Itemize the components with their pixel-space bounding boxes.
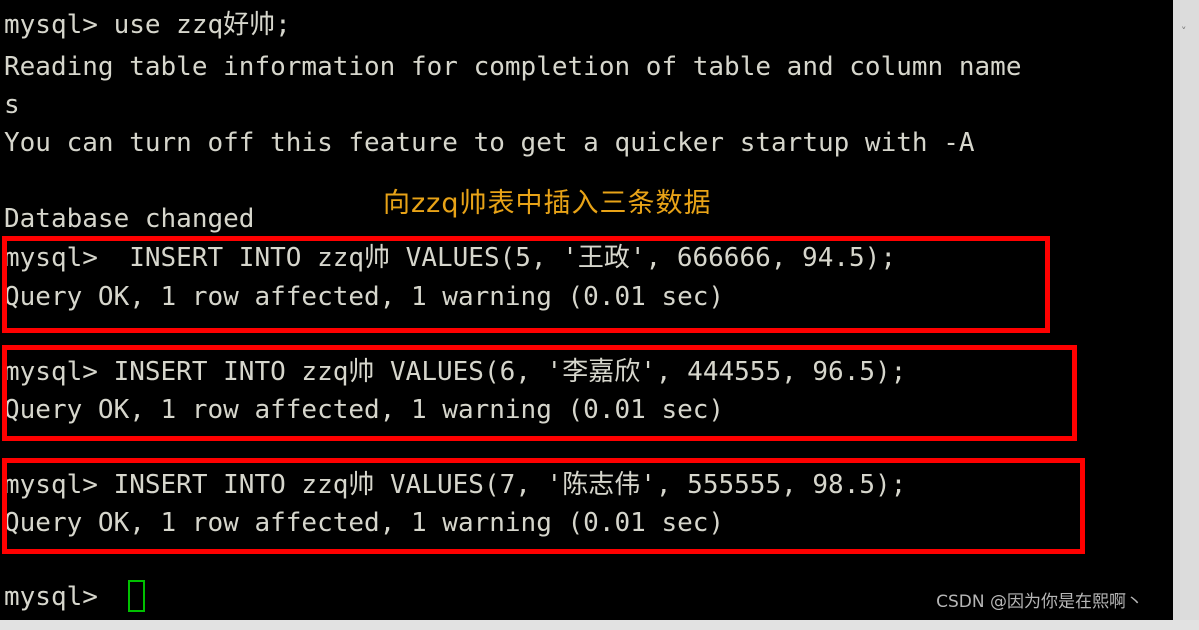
terminal-line: mysql> INSERT INTO zzq帅 VALUES(6, '李嘉欣',… — [4, 357, 907, 387]
window-bottom-edge — [0, 620, 1199, 630]
scrollbar-track[interactable]: ˅ — [1173, 0, 1199, 620]
terminal-line: You can turn off this feature to get a q… — [4, 128, 975, 158]
terminal-line: mysql> INSERT INTO zzq帅 VALUES(5, '王政', … — [4, 243, 896, 273]
terminal-line: Database changed — [4, 204, 255, 234]
terminal-line: Query OK, 1 row affected, 1 warning (0.0… — [4, 508, 725, 538]
terminal-line: mysql> INSERT INTO zzq帅 VALUES(7, '陈志伟',… — [4, 470, 907, 500]
terminal-screenshot: mysql> use zzq好帅; Reading table informati… — [0, 0, 1199, 630]
terminal-line: Query OK, 1 row affected, 1 warning (0.0… — [4, 282, 725, 312]
watermark: CSDN @因为你是在熙啊丶 — [936, 592, 1143, 612]
annotation-text: 向zzq帅表中插入三条数据 — [383, 188, 712, 219]
chevron-down-icon[interactable]: ˅ — [1181, 26, 1191, 38]
terminal-line: Reading table information for completion… — [4, 52, 1022, 82]
terminal-line: mysql> — [4, 582, 114, 612]
terminal-line: Query OK, 1 row affected, 1 warning (0.0… — [4, 395, 725, 425]
terminal-line: mysql> use zzq好帅; — [4, 10, 291, 40]
terminal-cursor — [128, 580, 145, 612]
terminal-window[interactable]: mysql> use zzq好帅; Reading table informati… — [0, 0, 1173, 620]
terminal-line: s — [4, 90, 20, 120]
